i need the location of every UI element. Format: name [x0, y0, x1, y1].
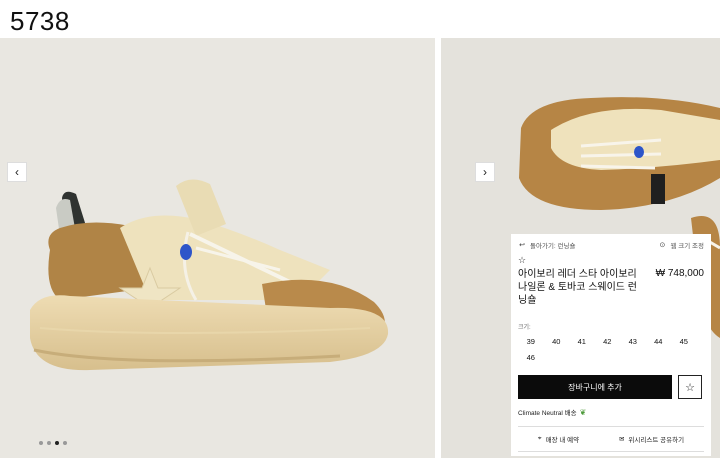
pagination-dot[interactable]	[39, 441, 43, 445]
divider	[518, 426, 704, 427]
store-reservation-label: 매장 내 예약	[545, 437, 580, 444]
gallery-prev-button[interactable]: ‹	[7, 162, 27, 182]
store-reservation-link[interactable]: ⌖ 매장 내 예약	[538, 434, 579, 444]
cart-row: 장바구니에 추가 ☆	[518, 375, 704, 399]
size-guide-label: 웹 크기 조정	[670, 243, 704, 250]
climate-neutral-label: Climate Neutral 배송	[518, 410, 577, 417]
panel-top-bar: ↩ 돌아가기: 런닝숄 ⊙ 웹 크기 조정	[518, 240, 704, 250]
size-label: 크기:	[518, 325, 531, 331]
leaf-icon: ❦	[579, 407, 587, 417]
size-option[interactable]: 41	[569, 337, 595, 346]
page-header-label: 5738	[10, 6, 70, 36]
add-to-cart-button[interactable]: 장바구니에 추가	[518, 375, 672, 399]
pagination-dot[interactable]	[47, 441, 51, 445]
wishlist-button[interactable]: ☆	[678, 375, 702, 399]
share-wishlist-link[interactable]: ✉ 위시리스트 공유하기	[619, 434, 684, 444]
pagination-dot[interactable]	[63, 441, 67, 445]
back-link-label: 돌아가기: 런닝숄	[530, 243, 576, 250]
product-info-panel: ↩ 돌아가기: 런닝숄 ⊙ 웹 크기 조정 ☆ 아이보리 레더 스타 아이보리 …	[511, 234, 711, 456]
size-option[interactable]: 44	[646, 337, 672, 346]
panel-actions: ⌖ 매장 내 예약 ✉ 위시리스트 공유하기	[518, 434, 704, 444]
size-option[interactable]: 45	[671, 337, 697, 346]
back-link[interactable]: ↩ 돌아가기: 런닝숄	[518, 240, 575, 250]
climate-neutral-note: Climate Neutral 배송 ❦	[518, 407, 704, 418]
size-guide-icon: ⊙	[659, 242, 666, 249]
product-image-side	[0, 38, 435, 458]
back-arrow-icon: ↩	[519, 242, 525, 249]
sneaker-side-illustration	[30, 179, 389, 371]
pagination-dot-active[interactable]	[55, 441, 59, 445]
size-option[interactable]: 39	[518, 337, 544, 346]
size-option[interactable]: 40	[544, 337, 570, 346]
product-price: ₩ 748,000	[655, 268, 704, 279]
gallery-next-button[interactable]: ›	[475, 162, 495, 182]
size-option[interactable]: 43	[620, 337, 646, 346]
gallery-pagination-dots	[39, 441, 67, 445]
wishlist-star-icon: ☆	[685, 381, 695, 394]
title-row: 아이보리 레더 스타 아이보리 나일론 & 토바코 스웨이드 런닝숄 ₩ 748…	[518, 268, 704, 307]
share-wishlist-label: 위시리스트 공유하기	[628, 437, 685, 444]
size-guide-link[interactable]: ⊙ 웹 크기 조정	[658, 240, 704, 250]
location-pin-icon: ⌖	[537, 435, 542, 442]
size-option[interactable]: 46	[518, 353, 544, 362]
chevron-right-icon: ›	[483, 165, 487, 179]
size-option[interactable]: 42	[595, 337, 621, 346]
size-selector: 39 40 41 42 43 44 45 46	[518, 337, 708, 362]
chevron-left-icon: ‹	[15, 165, 19, 179]
mail-icon: ✉	[618, 436, 625, 443]
star-outline-icon: ☆	[518, 255, 527, 265]
divider	[518, 451, 704, 452]
product-title: 아이보리 레더 스타 아이보리 나일론 & 토바코 스웨이드 런닝숄	[518, 269, 637, 306]
